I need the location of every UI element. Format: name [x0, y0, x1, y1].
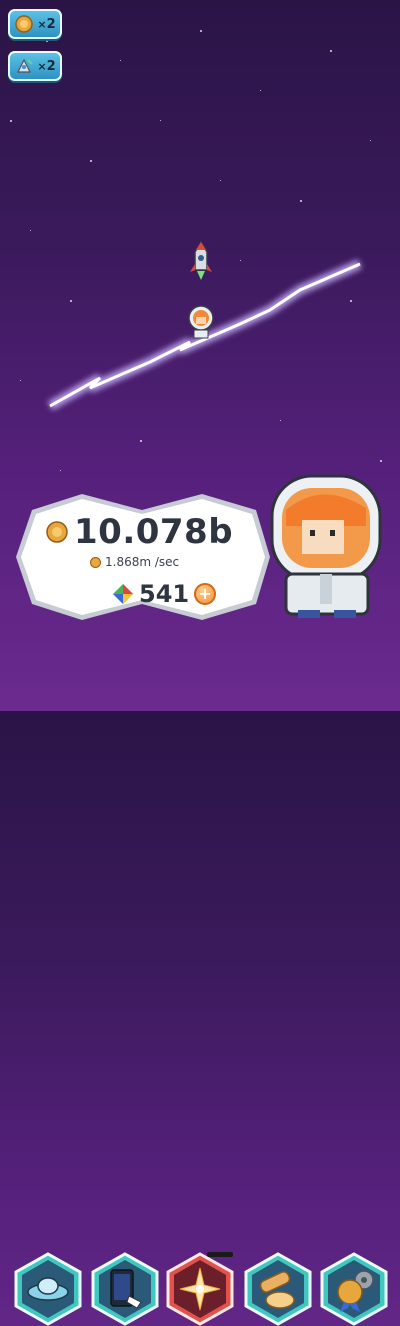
- astronaut-character[interactable]: [262, 470, 390, 620]
- gem-amount: 541: [139, 580, 190, 608]
- nav-telescope-button[interactable]: [242, 1252, 314, 1326]
- nav-star-button[interactable]: [164, 1252, 236, 1326]
- coin-boost-icon: [15, 15, 34, 33]
- coin-icon: [46, 521, 68, 543]
- notification-bar: [207, 1252, 233, 1257]
- floating-astronaut-sprite[interactable]: [185, 304, 217, 340]
- coin-total: 10.078b: [46, 512, 233, 552]
- nav-medal-button[interactable]: [318, 1252, 390, 1326]
- coin-rate-text: 1.868m /sec: [105, 555, 180, 569]
- coin-rate: 1.868m /sec: [90, 555, 179, 569]
- nav-phone-button[interactable]: [89, 1252, 161, 1326]
- add-gems-button[interactable]: +: [194, 583, 217, 605]
- coin-boost-button[interactable]: ×2: [8, 9, 62, 39]
- rocket-boost-button[interactable]: ×2: [8, 51, 62, 81]
- coin-boost-multiplier: ×2: [37, 16, 56, 32]
- small-coin-icon: [90, 556, 101, 568]
- coin-amount: 10.078b: [74, 512, 234, 552]
- gem-total: 541 +: [112, 580, 217, 608]
- rocket-sprite[interactable]: [188, 240, 214, 284]
- rocket-boost-icon: [17, 58, 34, 73]
- nav-ufo-button[interactable]: [12, 1252, 84, 1326]
- gem-icon: [113, 584, 133, 604]
- bottom-nav: [0, 624, 400, 1326]
- rocket-boost-multiplier: ×2: [37, 58, 56, 74]
